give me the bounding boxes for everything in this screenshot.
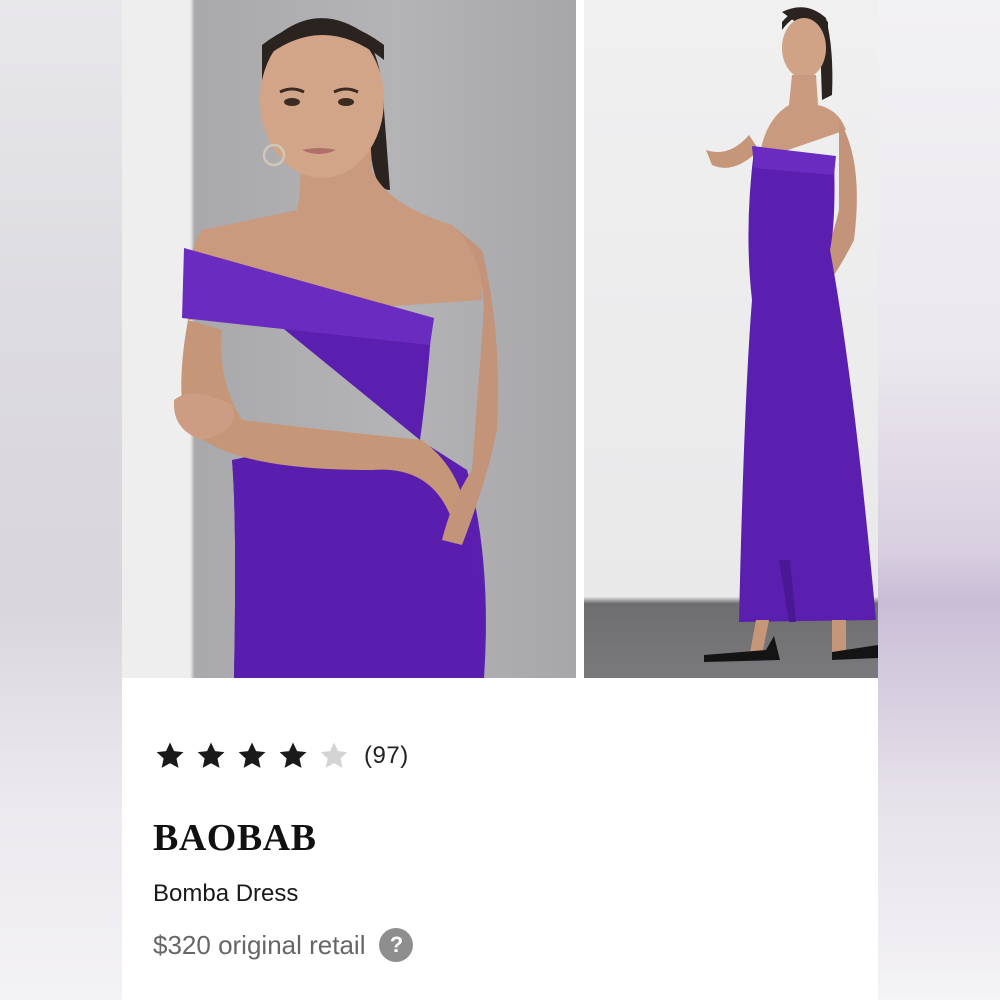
product-name: Bomba Dress xyxy=(153,880,299,907)
blurred-margin-left xyxy=(0,0,122,1000)
star-icon xyxy=(156,742,184,768)
brand-name[interactable]: BAOBAB xyxy=(153,816,316,860)
star-empty-icon xyxy=(320,742,348,768)
review-count[interactable]: (97) xyxy=(364,742,409,770)
star-rating[interactable]: (97) xyxy=(153,736,409,776)
model-full-length-illustration xyxy=(704,7,878,662)
product-photo-full-length[interactable] xyxy=(584,0,878,678)
star-icon xyxy=(279,742,307,768)
star-icon xyxy=(238,742,266,768)
product-card: (97) BAOBAB Bomba Dress $320 original re… xyxy=(122,0,878,1000)
star-icon xyxy=(197,742,225,768)
blurred-margin-right xyxy=(878,0,1000,1000)
original-retail-price: $320 original retail xyxy=(153,929,366,960)
price-row: $320 original retail ? xyxy=(153,928,414,962)
help-icon[interactable]: ? xyxy=(379,928,414,962)
model-closeup-illustration xyxy=(173,18,498,678)
product-photo-front[interactable] xyxy=(122,0,576,678)
